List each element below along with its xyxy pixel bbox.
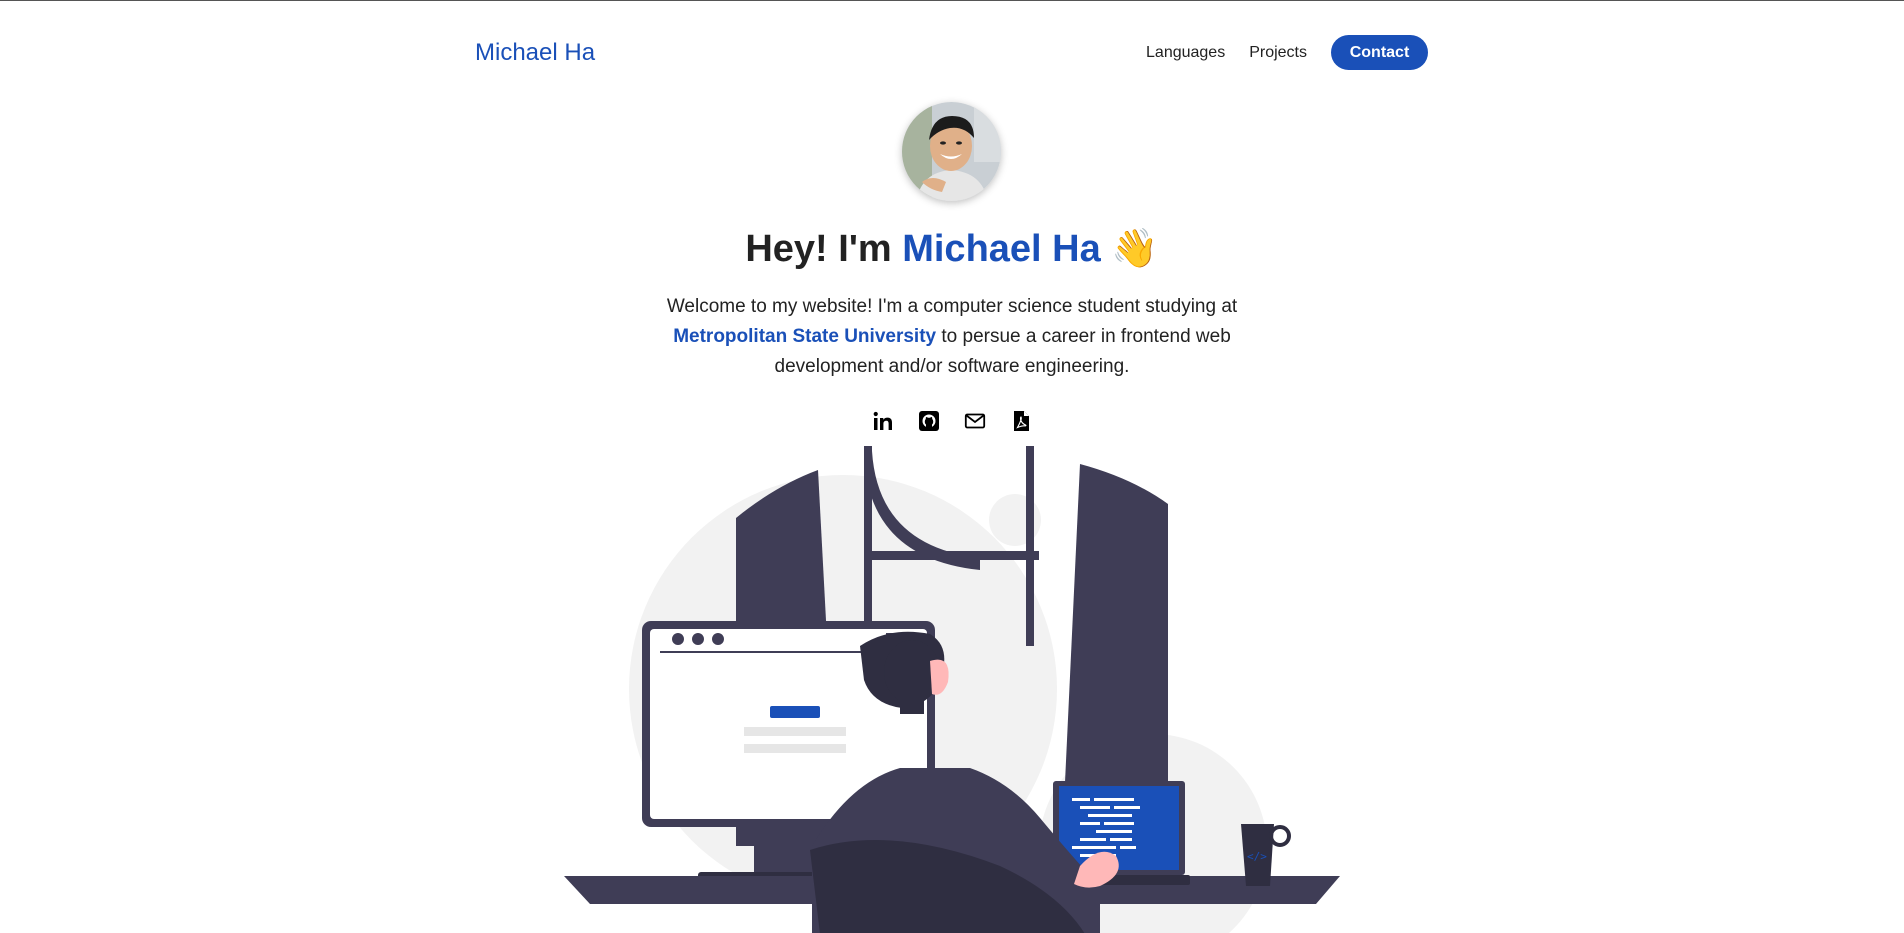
contact-button[interactable]: Contact (1331, 35, 1428, 70)
nav-link-languages[interactable]: Languages (1146, 44, 1225, 62)
hero-greeting: Hey! I'm (745, 228, 892, 270)
avatar (902, 102, 1001, 201)
developer-at-desk-illustration: </> (564, 446, 1340, 933)
github-icon (919, 411, 939, 431)
svg-text:</>: </> (1247, 850, 1267, 863)
developer-illustration: </> (560, 446, 1344, 933)
pdf-file-icon (1014, 411, 1029, 431)
linkedin-link[interactable] (871, 409, 895, 433)
intro-paragraph: Welcome to my website! I'm a computer sc… (640, 292, 1264, 382)
mail-icon (964, 413, 986, 429)
hero-title: Hey! I'm Michael Ha 👋 (0, 227, 1904, 271)
intro-text-start: Welcome to my website! I'm a computer sc… (666, 296, 1238, 317)
email-link[interactable] (963, 409, 987, 433)
resume-pdf-link[interactable] (1009, 409, 1033, 433)
top-nav: Michael Ha Languages Projects Contact (0, 1, 1904, 105)
nav-links: Languages Projects Contact (1146, 35, 1428, 70)
avatar-photo (902, 102, 1001, 201)
social-links (871, 409, 1055, 433)
github-link[interactable] (917, 409, 941, 433)
linkedin-icon (873, 411, 892, 430)
university-link[interactable]: Metropolitan State University (673, 326, 936, 347)
waving-hand-emoji: 👋 (1111, 228, 1159, 270)
nav-link-projects[interactable]: Projects (1249, 44, 1307, 62)
brand-logo-link[interactable]: Michael Ha (475, 39, 595, 67)
hero-name: Michael Ha (902, 228, 1101, 270)
